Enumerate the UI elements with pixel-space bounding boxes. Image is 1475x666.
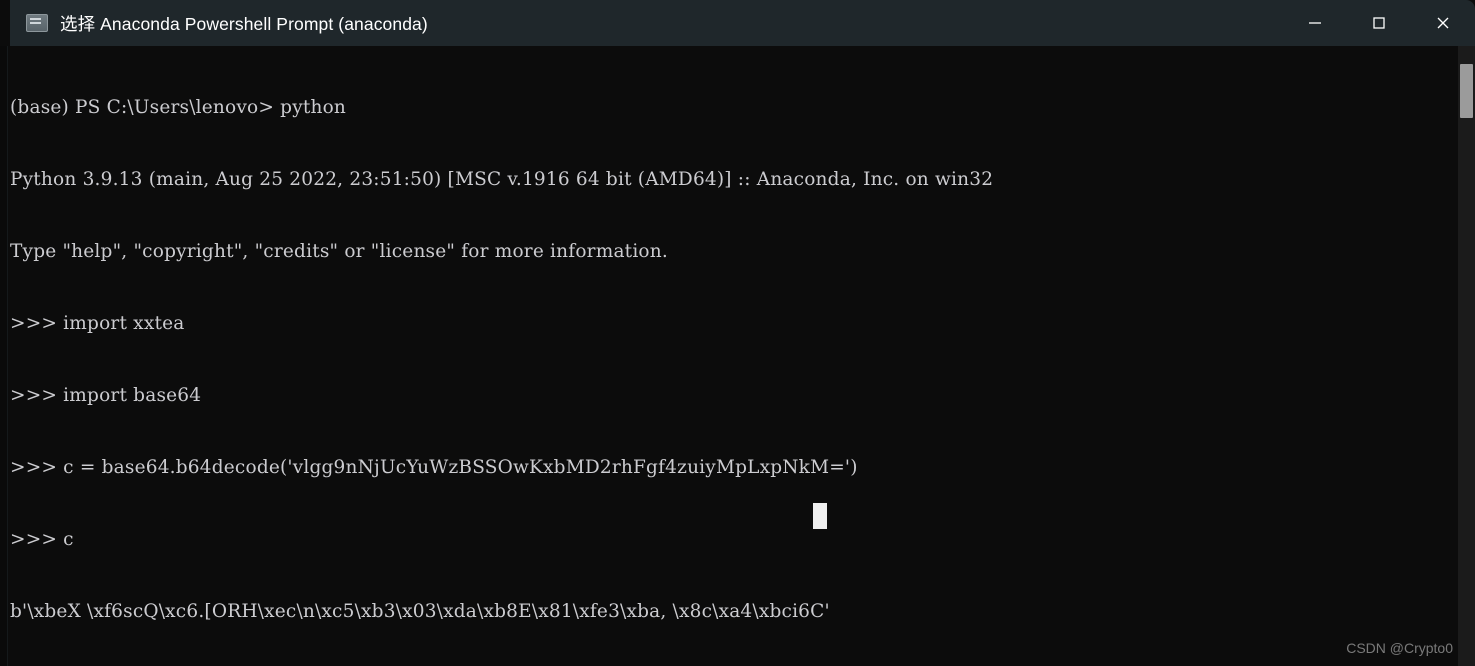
minimize-icon (1309, 22, 1321, 24)
terminal-body[interactable]: (base) PS C:\Users\lenovo> python Python… (0, 46, 1475, 666)
minimize-button[interactable] (1283, 0, 1347, 46)
console-window-icon (26, 14, 48, 32)
console-line: Python 3.9.13 (main, Aug 25 2022, 23:51:… (10, 169, 994, 190)
title-bar[interactable]: 选择 Anaconda Powershell Prompt (anaconda) (0, 0, 1475, 46)
maximize-button[interactable] (1347, 0, 1411, 46)
console-line: >>> c (10, 529, 74, 550)
scrollbar-thumb[interactable] (1460, 64, 1473, 118)
text-cursor (813, 503, 827, 529)
console-line: >>> import base64 (10, 385, 202, 406)
watermark: CSDN @Crypto0 (1346, 640, 1453, 656)
close-button[interactable] (1411, 0, 1475, 46)
vertical-scrollbar[interactable] (1458, 46, 1475, 666)
console-line: b'\xbeX \xf6scQ\xc6.[ORH\xec\n\xc5\xb3\x… (10, 601, 830, 622)
maximize-icon (1373, 17, 1385, 29)
terminal-left-gutter (0, 46, 8, 666)
close-icon (1437, 17, 1449, 29)
window-title: 选择 Anaconda Powershell Prompt (anaconda) (60, 13, 428, 34)
console-line: (base) PS C:\Users\lenovo> python (10, 97, 347, 118)
window-controls (1283, 0, 1475, 46)
console-line: Type "help", "copyright", "credits" or "… (10, 241, 668, 262)
console-line: >>> import xxtea (10, 313, 185, 334)
terminal-window: 选择 Anaconda Powershell Prompt (anaconda) (0, 0, 1475, 666)
console-line: >>> c = base64.b64decode('vlgg9nNjUcYuWz… (10, 457, 858, 478)
console-output: (base) PS C:\Users\lenovo> python Python… (10, 48, 1445, 666)
